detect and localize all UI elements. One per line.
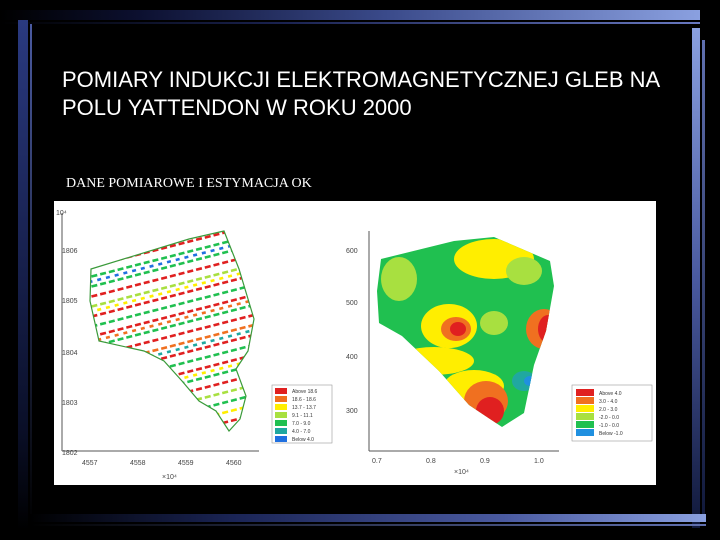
right-legend-label: -2.0 - 0.0 [599, 415, 619, 421]
left-x-tick: 4557 [82, 460, 98, 467]
right-x-tick: 1.0 [534, 458, 544, 465]
right-y-tick: 400 [346, 354, 358, 361]
right-x-exponent: ×10⁴ [454, 469, 469, 476]
left-decorative-line [30, 24, 32, 524]
left-x-tick: 4559 [178, 460, 194, 467]
slide-subtitle: DANE POMIAROWE I ESTYMACJA OK [66, 176, 312, 191]
left-y-tick: 1805 [62, 298, 78, 305]
right-y-tick: 500 [346, 300, 358, 307]
left-x-tick: 4558 [130, 460, 146, 467]
left-y-exponent: 10⁴ [56, 210, 67, 217]
right-y-tick: 300 [346, 408, 358, 415]
left-x-exponent: ×10⁴ [162, 474, 177, 481]
right-legend-label: -1.0 - 0.0 [599, 423, 619, 429]
left-legend-label: 13.7 - 13.7 [292, 405, 316, 411]
left-legend-label: 4.0 - 7.0 [292, 429, 311, 435]
right-legend-label: Above 4.0 [599, 391, 622, 397]
left-legend-label: 9.1 - 11.1 [292, 413, 313, 419]
left-legend: Above 18.6 18.6 - 18.6 13.7 - 13.7 9.1 -… [271, 384, 333, 444]
left-legend-label: 7.0 - 9.0 [292, 421, 311, 427]
slide-title: POMIARY INDUKCJI ELEKTROMAGNETYCZNEJ GLE… [62, 67, 659, 120]
right-decorative-bar [692, 28, 700, 528]
right-decorative-line [702, 40, 705, 520]
left-legend-label: 18.6 - 18.6 [292, 397, 316, 403]
right-legend-label: Below -1.0 [599, 431, 623, 437]
left-legend-label: Below 4.0 [292, 437, 314, 443]
left-x-tick: 4560 [226, 460, 242, 467]
bottom-decorative-bar [30, 514, 706, 522]
top-decorative-line [0, 22, 700, 24]
right-y-tick: 600 [346, 248, 358, 255]
figure-image: 10⁴ 1806 1805 1804 1803 1802 4557 4558 4… [54, 201, 656, 485]
top-decorative-bar [0, 10, 700, 20]
right-legend: Above 4.0 3.0 - 4.0 2.0 - 3.0 -2.0 - 0.0… [571, 384, 653, 442]
left-y-tick: 1802 [62, 450, 78, 457]
left-decorative-bar [18, 20, 28, 530]
bottom-decorative-line [30, 524, 706, 526]
right-x-tick: 0.9 [480, 458, 490, 465]
left-y-tick: 1803 [62, 400, 78, 407]
left-survey-map: 10⁴ 1806 1805 1804 1803 1802 4557 4558 4… [56, 210, 333, 481]
left-legend-label: Above 18.6 [292, 389, 318, 395]
right-legend-label: 3.0 - 4.0 [599, 399, 618, 405]
left-y-tick: 1806 [62, 248, 78, 255]
left-y-tick: 1804 [62, 350, 78, 357]
right-estimation-map: 600 500 400 300 0.7 0.8 0.9 1.0 ×10⁴ Abo… [346, 231, 653, 476]
right-x-tick: 0.8 [426, 458, 436, 465]
right-x-tick: 0.7 [372, 458, 382, 465]
right-legend-label: 2.0 - 3.0 [599, 407, 618, 413]
